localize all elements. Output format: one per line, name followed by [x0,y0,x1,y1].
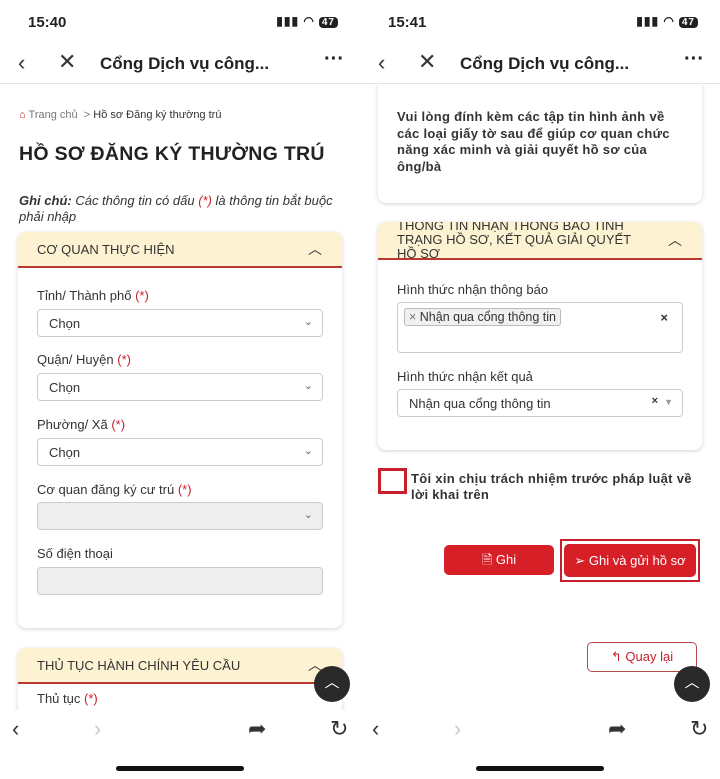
breadcrumb-home[interactable]: Trang chủ [29,109,78,121]
reload-icon[interactable]: ↻ [330,716,348,742]
ward-label: Phường/ Xã (*) [37,417,126,432]
note-text: Các thông tin có dấu [71,193,199,208]
notify-multiselect[interactable]: × Nhận qua cổng thông tin × [397,302,683,353]
close-icon[interactable]: ✕ [418,49,436,75]
chevron-down-icon: ⌄ [303,380,313,392]
chevron-down-icon: ⌄ [303,316,313,328]
section-co-quan-thuc-hien: CƠ QUAN THỰC HIỆN ︿ Tỉnh/ Thành phố (*) C… [18,232,342,628]
nav-title: Cổng Dịch vụ công... [100,54,270,73]
chevron-down-icon: ⌄ [303,509,313,521]
chevron-up-icon: ︿ [324,674,340,691]
notify-label: Hình thức nhận thông báo [397,282,549,297]
reload-icon[interactable]: ↻ [690,716,708,742]
battery-icon: 47 [318,17,338,28]
nav-bar: ‹ ✕ Cổng Dịch vụ công... ··· [0,44,360,84]
back-button[interactable]: ↰ Quay lại [587,642,697,672]
clear-icon[interactable]: × [660,310,668,325]
back-icon[interactable]: ‹ [12,716,19,742]
remove-tag-icon[interactable]: × [409,310,420,324]
section-header[interactable]: CƠ QUAN THỰC HIỆN ︿ [18,232,342,268]
status-time: 15:40 [28,14,67,31]
section-title: THÔNG TIN NHẬN THÔNG BÁO TÌNH TRẠNG HỒ S… [397,222,631,261]
battery-icon: 47 [678,17,698,28]
section-title: THỦ TỤC HÀNH CHÍNH YÊU CẦU [37,657,241,673]
share-icon[interactable]: ➦ [248,716,266,742]
more-icon[interactable]: ··· [684,48,704,71]
phone-input[interactable] [37,567,323,595]
note-label: Ghi chú: [19,193,72,208]
back-icon[interactable]: ‹ [18,50,25,76]
status-icons: ▮▮▮ ◠ 47 [276,14,338,28]
ward-select[interactable]: Chọn ⌄ [37,438,323,466]
attachment-note: Vui lòng đính kèm các tập tin hình ảnh v… [397,109,670,174]
more-icon[interactable]: ··· [324,48,344,71]
forward-icon[interactable]: › [454,716,461,742]
phone-screen-left: 15:40 ▮▮▮ ◠ 47 ‹ ✕ Cổng Dịch vụ công... ·… [0,0,360,779]
section-thu-tuc: THỦ TỤC HÀNH CHÍNH YÊU CẦU ︿ Thủ tục (*) [18,648,342,710]
page-content: ⌂ Trang chủ > Hồ sơ Đăng ký thường trú H… [0,85,360,710]
section-notification: THÔNG TIN NHẬN THÔNG BÁO TÌNH TRẠNG HỒ S… [378,222,702,450]
district-label: Quận/ Huyện (*) [37,352,131,367]
back-icon[interactable]: ‹ [372,716,379,742]
share-icon[interactable]: ➦ [608,716,626,742]
required-marker: (*) [198,193,212,208]
attachment-card: Vui lòng đính kèm các tập tin hình ảnh v… [378,85,702,203]
phone-screen-right: 15:41 ▮▮▮ ◠ 47 ‹ ✕ Cổng Dịch vụ công... ·… [360,0,720,779]
save-icon: 🗎 [481,552,493,567]
registry-office-select[interactable]: ⌄ [37,502,323,530]
wifi-icon: ◠ [663,14,675,28]
section-title: CƠ QUAN THỰC HIỆN [37,241,175,257]
send-icon: ➢ [574,553,586,568]
clear-icon[interactable]: × [652,395,658,407]
back-icon[interactable]: ‹ [378,50,385,76]
status-icons: ▮▮▮ ◠ 47 [636,14,698,28]
commitment-checkbox[interactable] [378,468,407,494]
save-and-send-button[interactable]: ➢ Ghi và gửi hồ sơ [564,544,696,577]
section-header[interactable]: THỦ TỤC HÀNH CHÍNH YÊU CẦU ︿ [18,648,342,684]
result-label: Hình thức nhận kết quả [397,369,533,384]
chevron-down-icon: ⌄ [303,445,313,457]
scroll-top-button[interactable]: ︿ [674,666,710,702]
home-indicator [116,766,244,771]
required-note: Ghi chú: Các thông tin có dấu (*) là thô… [19,193,341,225]
breadcrumb-current: Hồ sơ Đăng ký thường trú [93,109,222,121]
signal-icon: ▮▮▮ [276,14,300,28]
page-content: Vui lòng đính kèm các tập tin hình ảnh v… [360,85,720,710]
page-title: HỒ SƠ ĐĂNG KÝ THƯỜNG TRÚ [19,143,325,165]
chevron-up-icon[interactable]: ︿ [308,239,322,259]
breadcrumb-separator: > [83,109,91,121]
result-select[interactable]: Nhận qua cổng thông tin × ▼ [397,389,683,417]
province-label: Tỉnh/ Thành phố (*) [37,288,149,303]
chevron-up-icon[interactable]: ︿ [668,233,682,247]
procedure-label: Thủ tục (*) [37,691,98,706]
scroll-top-button[interactable]: ︿ [314,666,350,702]
close-icon[interactable]: ✕ [58,49,76,75]
home-icon: ⌂ [19,109,26,121]
nav-bar: ‹ ✕ Cổng Dịch vụ công... ··· [360,44,720,84]
home-indicator [476,766,604,771]
nav-title: Cổng Dịch vụ công... [460,54,630,73]
save-button[interactable]: 🗎 Ghi [444,545,554,575]
registry-office-label: Cơ quan đăng ký cư trú (*) [37,482,192,497]
selected-tag: × Nhận qua cổng thông tin [404,308,561,326]
chevron-up-icon: ︿ [684,674,700,691]
breadcrumb: ⌂ Trang chủ > Hồ sơ Đăng ký thường trú [19,109,221,121]
province-select[interactable]: Chọn ⌄ [37,309,323,337]
commitment-label: Tôi xin chịu trách nhiệm trước pháp luật… [411,471,692,502]
status-time: 15:41 [388,14,427,31]
reply-icon: ↰ [610,649,622,664]
forward-icon[interactable]: › [94,716,101,742]
wifi-icon: ◠ [303,14,315,28]
district-select[interactable]: Chọn ⌄ [37,373,323,401]
section-header[interactable]: THÔNG TIN NHẬN THÔNG BÁO TÌNH TRẠNG HỒ S… [378,222,702,261]
caret-down-icon: ▼ [664,397,673,407]
signal-icon: ▮▮▮ [636,14,660,28]
phone-label: Số điện thoại [37,546,113,561]
